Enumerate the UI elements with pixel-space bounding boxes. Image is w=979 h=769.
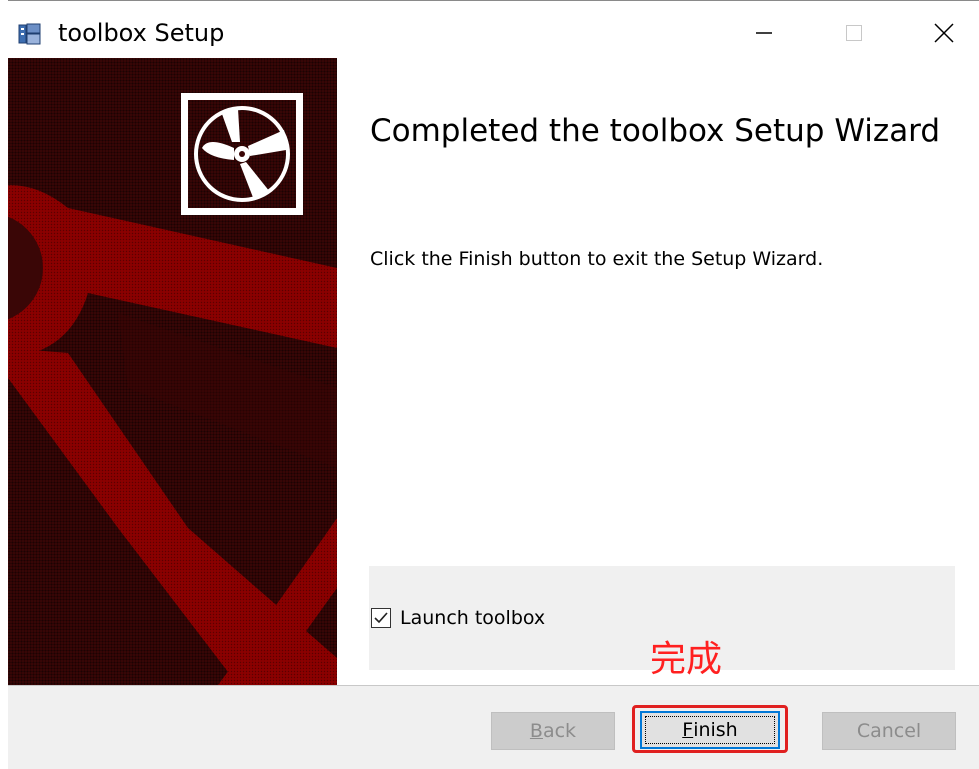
- back-button-accesskey: B: [529, 720, 543, 742]
- maximize-button: [809, 8, 899, 58]
- installer-icon: [18, 23, 41, 45]
- window-title: toolbox Setup: [58, 19, 225, 47]
- title-bar[interactable]: toolbox Setup: [8, 8, 979, 58]
- minimize-button[interactable]: [719, 8, 809, 58]
- cd-disc-icon: [194, 106, 290, 202]
- page-title: Completed the toolbox Setup Wizard: [370, 113, 941, 149]
- cd-logo-frame: [181, 93, 303, 215]
- launch-toolbox-label[interactable]: Launch toolbox: [400, 607, 545, 629]
- finish-focus-ring: [645, 716, 775, 744]
- window-border: [8, 0, 979, 8]
- maximize-icon: [846, 25, 862, 41]
- launch-toolbox-checkbox[interactable]: [371, 608, 391, 628]
- cancel-button-label: Cancel: [856, 720, 922, 742]
- cd-logo-background: [188, 100, 296, 208]
- setup-window: toolbox Setup Completed the toolbox Setu…: [0, 0, 979, 769]
- back-button-label: ack: [542, 720, 577, 742]
- finish-annotation-text: 完成: [650, 639, 723, 680]
- close-button[interactable]: [899, 8, 979, 58]
- minimize-icon: [756, 32, 772, 34]
- wizard-banner-image: [8, 58, 337, 685]
- finish-button[interactable]: Finish: [640, 711, 780, 749]
- checkmark-icon: [374, 612, 388, 624]
- back-button: Back: [491, 712, 615, 750]
- close-icon: [934, 23, 954, 43]
- wizard-description: Click the Finish button to exit the Setu…: [370, 248, 824, 270]
- cancel-button: Cancel: [822, 712, 956, 750]
